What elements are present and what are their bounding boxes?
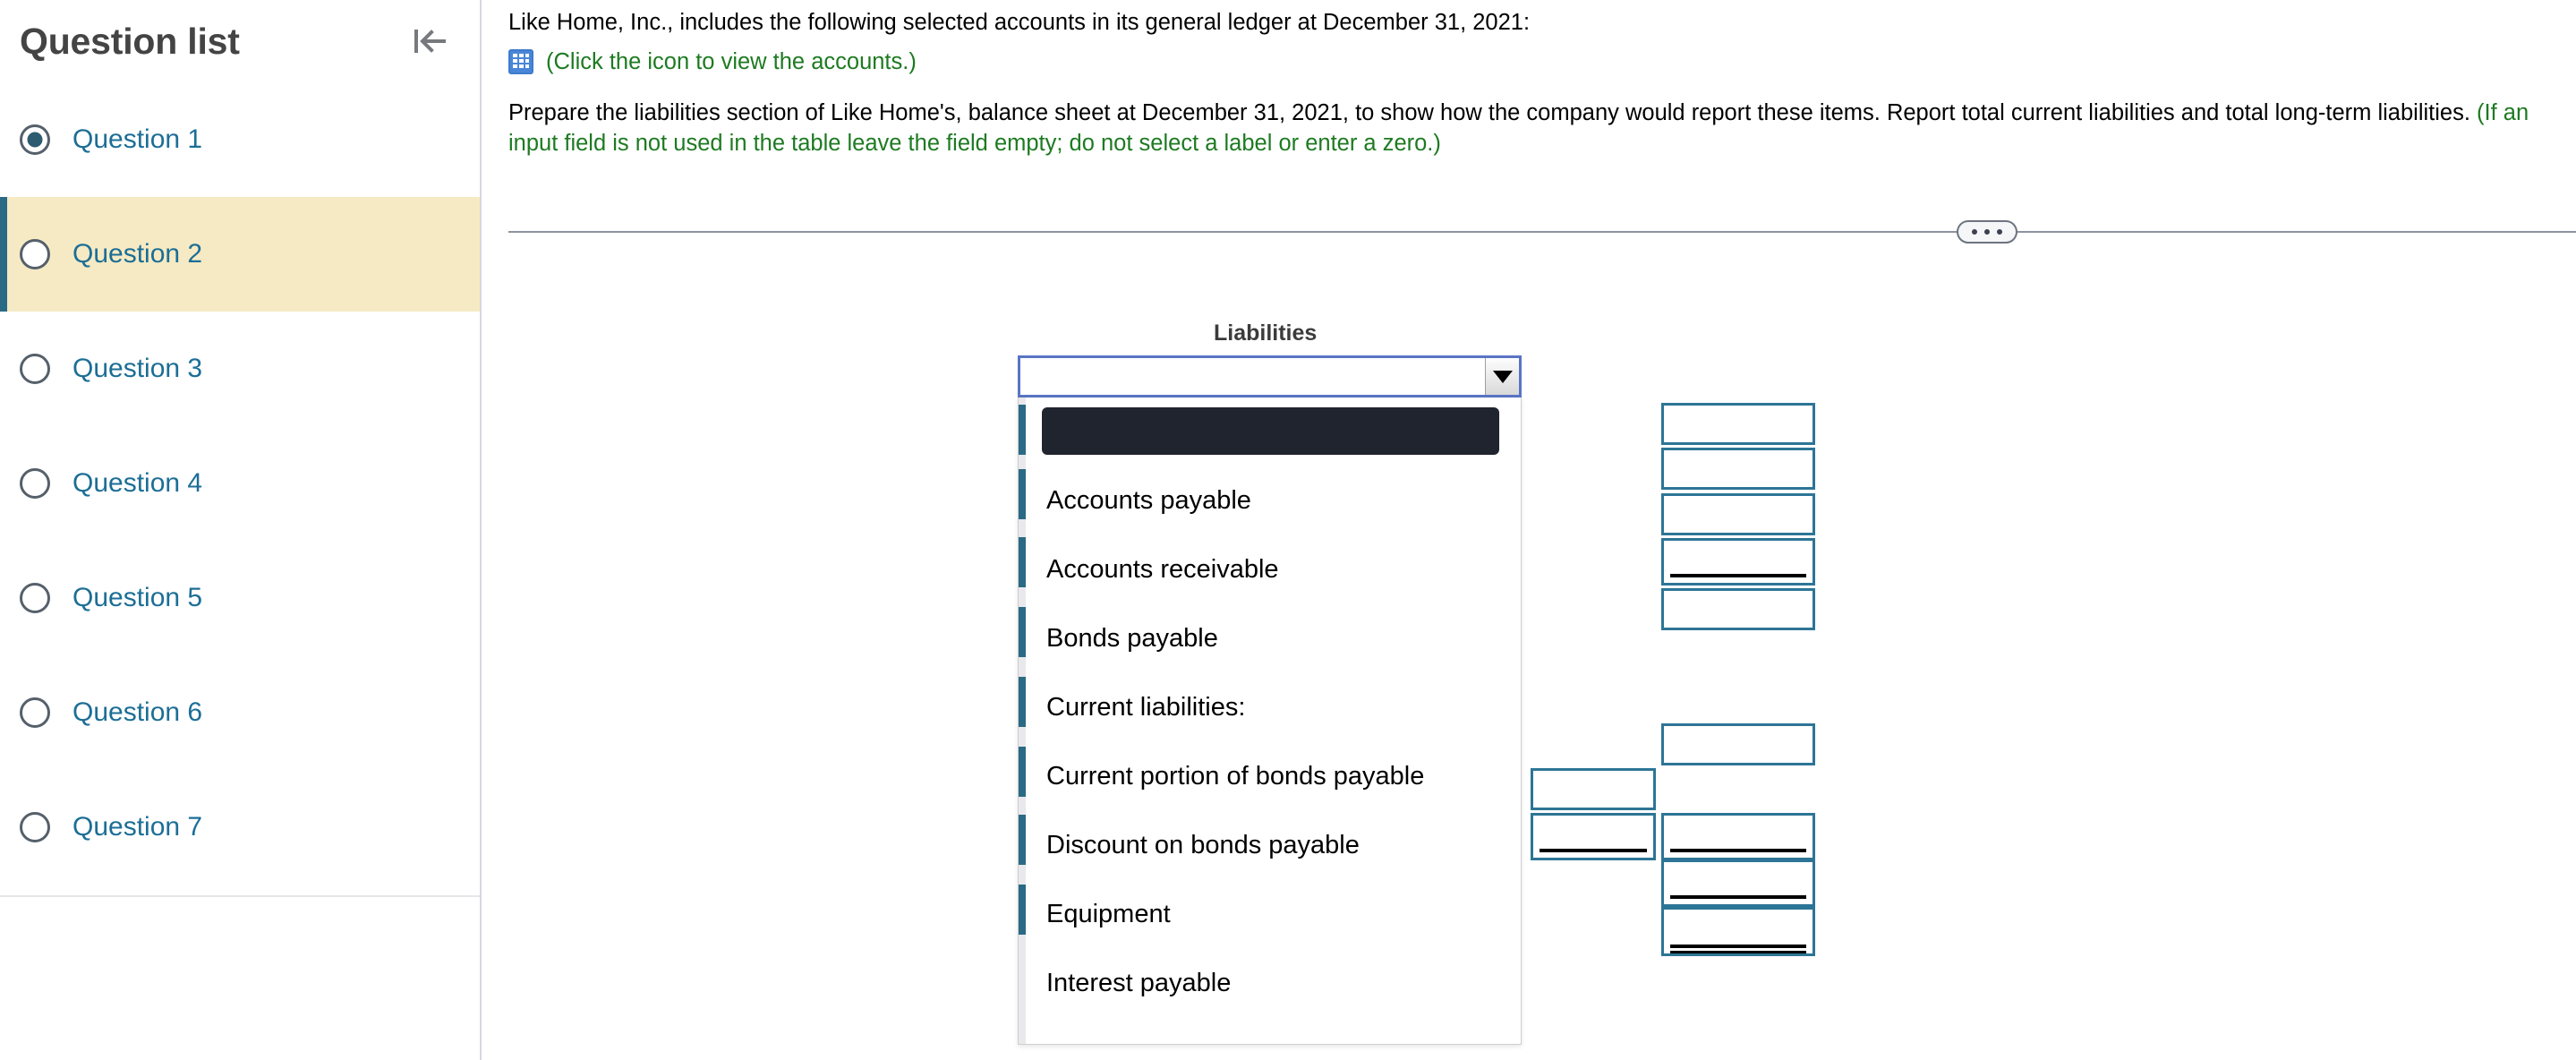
dropdown-option-discount-on-bonds-payable[interactable]: Discount on bonds payable <box>1019 811 1521 880</box>
sidebar-item-question-4[interactable]: Question 4 <box>0 426 480 541</box>
panel-divider <box>508 220 2576 244</box>
account-label-select-value <box>1020 358 1485 395</box>
sidebar-item-question-2[interactable]: Question 2 <box>0 197 480 312</box>
radio-icon-question-1[interactable] <box>20 124 50 155</box>
sidebar-item-label: Question 7 <box>73 812 203 842</box>
dropdown-option-accounts-payable[interactable]: Accounts payable <box>1019 466 1521 535</box>
accounts-icon-row[interactable]: (Click the icon to view the accounts.) <box>508 49 2549 75</box>
dropdown-option-current-portion-of-bonds-payable[interactable]: Current portion of bonds payable <box>1019 742 1521 811</box>
prompt-intro-text: Like Home, Inc., includes the following … <box>508 10 1531 35</box>
subtotal-field-8[interactable] <box>1531 813 1656 860</box>
radio-icon-question-7[interactable] <box>20 812 50 842</box>
app-root: Question list Question 1 Question 2 Ques… <box>0 0 2576 1060</box>
total-rule-line <box>1540 849 1647 852</box>
view-accounts-link[interactable]: (Click the icon to view the accounts.) <box>546 49 917 75</box>
total-field-11[interactable] <box>1661 907 1815 956</box>
sidebar-item-question-7[interactable]: Question 7 <box>0 770 480 885</box>
total-rule-line <box>1670 895 1806 899</box>
radio-icon-question-2[interactable] <box>20 239 50 269</box>
sidebar-item-label: Question 4 <box>73 468 203 498</box>
collapse-left-icon[interactable] <box>405 15 456 67</box>
handle-dot <box>1984 229 1990 235</box>
total-rule-line <box>1670 849 1806 852</box>
chevron-down-icon[interactable] <box>1485 358 1519 395</box>
dropdown-option-accounts-receivable[interactable]: Accounts receivable <box>1019 535 1521 604</box>
total-rule-line <box>1670 951 1806 953</box>
dropdown-option-equipment[interactable]: Equipment <box>1019 880 1521 949</box>
radio-icon-question-6[interactable] <box>20 697 50 728</box>
account-label-dropdown-menu[interactable]: Accounts payable Accounts receivable Bon… <box>1018 398 1522 1045</box>
total-rule-line <box>1670 574 1806 577</box>
dropdown-option-blank[interactable] <box>1019 398 1521 466</box>
sidebar-item-label: Question 2 <box>73 239 203 269</box>
question-prompt: Like Home, Inc., includes the following … <box>482 0 2576 159</box>
handle-dot <box>1997 229 2002 235</box>
amount-field-7[interactable] <box>1531 768 1656 810</box>
sidebar-divider <box>0 895 480 897</box>
dropdown-option-bonds-payable[interactable]: Bonds payable <box>1019 604 1521 673</box>
sidebar-item-question-3[interactable]: Question 3 <box>0 312 480 426</box>
sidebar-item-question-6[interactable]: Question 6 <box>0 655 480 770</box>
subtotal-field-4[interactable] <box>1661 538 1815 586</box>
prompt-instruction-main: Prepare the liabilities section of Like … <box>508 99 2478 125</box>
dropdown-option-highlight <box>1042 407 1499 455</box>
prompt-instruction: Prepare the liabilities section of Like … <box>508 98 2549 159</box>
sidebar-item-label: Question 1 <box>73 124 203 154</box>
handle-dot <box>1972 229 1977 235</box>
amount-field-2[interactable] <box>1661 448 1815 490</box>
worksheet-heading: Liabilities <box>1214 321 1318 346</box>
question-list: Question 1 Question 2 Question 3 Questio… <box>0 82 480 885</box>
radio-icon-question-3[interactable] <box>20 354 50 384</box>
subtotal-field-10[interactable] <box>1661 859 1815 907</box>
sidebar-item-label: Question 5 <box>73 583 203 612</box>
panel-resize-handle[interactable] <box>1957 220 2017 244</box>
page-title: Question list <box>20 20 240 62</box>
account-label-select[interactable] <box>1018 355 1522 398</box>
dropdown-option-interest-payable[interactable]: Interest payable <box>1019 949 1521 1018</box>
total-rule-line <box>1670 945 1806 948</box>
question-list-sidebar: Question list Question 1 Question 2 Ques… <box>0 0 482 1060</box>
amount-field-3[interactable] <box>1661 493 1815 535</box>
spreadsheet-table-icon[interactable] <box>508 49 533 75</box>
amount-field-5[interactable] <box>1661 588 1815 630</box>
amount-field-1[interactable] <box>1661 403 1815 445</box>
dropdown-option-current-liabilities[interactable]: Current liabilities: <box>1019 673 1521 742</box>
question-content-panel: Like Home, Inc., includes the following … <box>482 0 2576 1060</box>
sidebar-item-label: Question 6 <box>73 697 203 727</box>
sidebar-item-question-1[interactable]: Question 1 <box>0 82 480 197</box>
sidebar-header: Question list <box>0 0 480 82</box>
radio-icon-question-5[interactable] <box>20 583 50 613</box>
amount-field-6[interactable] <box>1661 723 1815 765</box>
subtotal-field-9[interactable] <box>1661 813 1815 860</box>
sidebar-item-label: Question 3 <box>73 354 203 383</box>
radio-icon-question-4[interactable] <box>20 468 50 499</box>
sidebar-item-question-5[interactable]: Question 5 <box>0 541 480 655</box>
